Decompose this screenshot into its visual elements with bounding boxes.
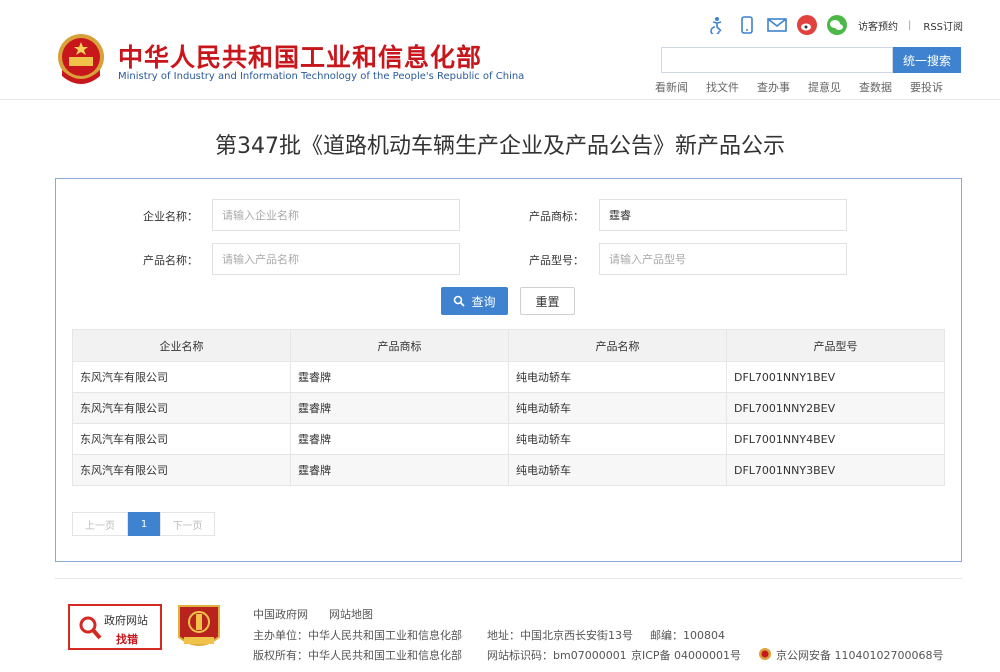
- cell-brand: 霆睿牌: [290, 392, 509, 424]
- footer-police-record[interactable]: 京公网安备 11040102700068号: [776, 647, 943, 663]
- nav-services[interactable]: 查办事: [757, 79, 790, 95]
- top-separator: |: [908, 19, 912, 31]
- column-header-product: 产品名称: [508, 329, 727, 362]
- footer-sponsor: 主办单位：中华人民共和国工业和信息化部: [253, 629, 462, 642]
- table-row[interactable]: 东风汽车有限公司 霆睿牌 纯电动轿车 DFL7001NNY3BEV: [72, 454, 945, 486]
- company-name-input[interactable]: 请输入企业名称: [212, 199, 460, 231]
- product-model-label: 产品型号：: [529, 254, 584, 267]
- nav-feedback[interactable]: 提意见: [808, 79, 841, 95]
- cell-product: 纯电动轿车: [508, 454, 727, 486]
- footer-link-gov-cn[interactable]: 中国政府网: [253, 606, 308, 622]
- site-title: 中华人民共和国工业和信息化部: [118, 43, 483, 72]
- footer-site-code: 网站标识码：bm07000001: [487, 649, 627, 662]
- product-model-input[interactable]: 请输入产品型号: [599, 243, 847, 275]
- product-name-placeholder: 请输入产品名称: [222, 253, 299, 266]
- nav-data[interactable]: 查数据: [859, 79, 892, 95]
- product-brand-label: 产品商标：: [529, 210, 584, 223]
- mobile-icon[interactable]: [736, 14, 758, 36]
- query-button-label: 查询: [471, 294, 496, 309]
- product-brand-input[interactable]: 霆睿: [599, 199, 847, 231]
- column-header-brand: 产品商标: [290, 329, 509, 362]
- party-org-emblem-icon[interactable]: [176, 603, 222, 653]
- nav-complaint[interactable]: 要投诉: [910, 79, 943, 95]
- magnifier-icon: [79, 616, 102, 640]
- company-name-placeholder: 请输入企业名称: [222, 209, 299, 222]
- unified-search-button[interactable]: 统一搜索: [893, 47, 961, 73]
- gov-site-error-badge[interactable]: 政府网站 找错: [68, 604, 162, 650]
- product-name-input[interactable]: 请输入产品名称: [212, 243, 460, 275]
- cell-brand: 霆睿牌: [290, 454, 509, 486]
- cell-company: 东风汽车有限公司: [72, 423, 291, 455]
- cell-product: 纯电动轿车: [508, 392, 727, 424]
- footer-divider: [55, 578, 962, 579]
- product-name-label: 产品名称：: [143, 254, 198, 267]
- cell-company: 东风汽车有限公司: [72, 454, 291, 486]
- search-icon: [454, 295, 466, 307]
- site-search-input[interactable]: [661, 47, 893, 73]
- product-brand-value: 霆睿: [609, 209, 631, 222]
- nav-documents[interactable]: 找文件: [706, 79, 739, 95]
- cell-product: 纯电动轿车: [508, 361, 727, 393]
- quick-nav: 看新闻 找文件 查办事 提意见 查数据 要投诉: [655, 79, 961, 95]
- wechat-icon[interactable]: [826, 14, 848, 36]
- column-header-company: 企业名称: [72, 329, 291, 362]
- reset-button[interactable]: 重置: [520, 287, 575, 315]
- rss-link[interactable]: RSS订阅: [923, 18, 963, 33]
- weibo-icon[interactable]: [796, 14, 818, 36]
- column-header-model: 产品型号: [726, 329, 945, 362]
- cell-brand: 霆睿牌: [290, 423, 509, 455]
- footer-link-sitemap[interactable]: 网站地图: [329, 606, 373, 622]
- footer-copyright: 版权所有：中华人民共和国工业和信息化部: [253, 649, 462, 662]
- cell-model: DFL7001NNY3BEV: [726, 454, 945, 486]
- query-button[interactable]: 查询: [441, 287, 508, 315]
- site-subtitle: Ministry of Industry and Information Tec…: [118, 71, 525, 82]
- product-model-placeholder: 请输入产品型号: [609, 253, 686, 266]
- company-name-label: 企业名称：: [143, 210, 198, 223]
- police-badge-icon: [759, 648, 771, 660]
- cell-company: 东风汽车有限公司: [72, 361, 291, 393]
- top-toolbar: 访客预约 | RSS订阅: [706, 13, 963, 37]
- cell-product: 纯电动轿车: [508, 423, 727, 455]
- pagination: 上一页 1 下一页: [72, 512, 215, 536]
- cell-model: DFL7001NNY1BEV: [726, 361, 945, 393]
- gov-badge-line1: 政府网站: [104, 614, 148, 627]
- footer-postcode: 邮编：100804: [650, 629, 725, 642]
- cell-brand: 霆睿牌: [290, 361, 509, 393]
- footer-icp[interactable]: 京ICP备 04000001号: [631, 647, 741, 663]
- cell-model: DFL7001NNY2BEV: [726, 392, 945, 424]
- site-header: 中华人民共和国工业和信息化部 Ministry of Industry and …: [0, 0, 1000, 100]
- visitor-appointment-link[interactable]: 访客预约: [858, 18, 898, 33]
- national-emblem-icon: [58, 34, 104, 84]
- nav-news[interactable]: 看新闻: [655, 79, 688, 95]
- table-row[interactable]: 东风汽车有限公司 霆睿牌 纯电动轿车 DFL7001NNY2BEV: [72, 392, 945, 424]
- cell-company: 东风汽车有限公司: [72, 392, 291, 424]
- cell-model: DFL7001NNY4BEV: [726, 423, 945, 455]
- current-page-button[interactable]: 1: [128, 512, 160, 536]
- mail-icon[interactable]: [766, 14, 788, 36]
- page-title: 第347批《道路机动车辆生产企业及产品公告》新产品公示: [215, 134, 785, 159]
- table-row[interactable]: 东风汽车有限公司 霆睿牌 纯电动轿车 DFL7001NNY1BEV: [72, 361, 945, 393]
- prev-page-button[interactable]: 上一页: [72, 512, 128, 536]
- footer-address: 地址：中国北京西长安街13号: [487, 629, 633, 642]
- table-row[interactable]: 东风汽车有限公司 霆睿牌 纯电动轿车 DFL7001NNY4BEV: [72, 423, 945, 455]
- results-table: 企业名称 产品商标 产品名称 产品型号 东风汽车有限公司 霆睿牌 纯电动轿车 D…: [72, 329, 945, 486]
- accessibility-icon[interactable]: [706, 14, 728, 36]
- next-page-button[interactable]: 下一页: [160, 512, 215, 536]
- table-header-row: 企业名称 产品商标 产品名称 产品型号: [72, 329, 945, 362]
- gov-badge-line2: 找错: [116, 633, 138, 646]
